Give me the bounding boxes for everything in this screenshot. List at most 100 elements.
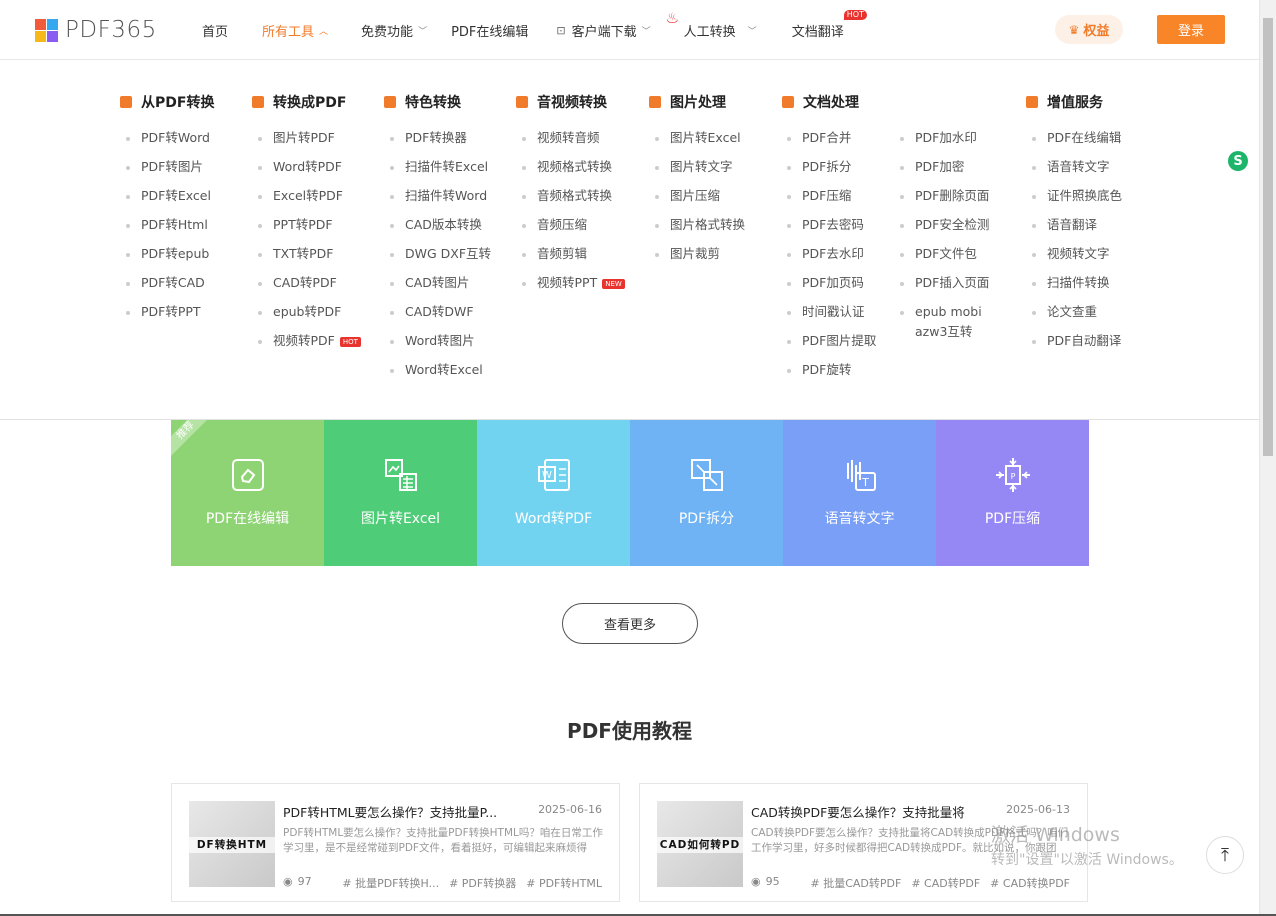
article-tag[interactable]: # 批量PDF转换H... <box>342 877 439 890</box>
article-tag[interactable]: # 批量CAD转PDF <box>811 877 902 890</box>
menu-item[interactable]: PDF去密码 <box>787 217 876 246</box>
menu-item[interactable]: 图片转文字 <box>655 159 745 188</box>
menu-item-label: PPT转PDF <box>273 217 333 232</box>
menu-item[interactable]: 扫描件转Word <box>390 188 491 217</box>
menu-item[interactable]: CAD版本转换 <box>390 217 491 246</box>
menu-item[interactable]: Excel转PDF <box>258 188 361 217</box>
article-thumbnail[interactable]: DF转换HTM <box>189 801 275 887</box>
assistant-float-icon[interactable]: S <box>1228 151 1248 171</box>
menu-item[interactable]: 音频格式转换 <box>522 188 625 217</box>
menu-item[interactable]: PDF转CAD <box>126 275 211 304</box>
article-tag[interactable]: # CAD转PDF <box>911 877 980 890</box>
menu-item[interactable]: 视频转文字 <box>1032 246 1122 275</box>
menu-item-label: epub mobi azw3互转 <box>915 304 982 339</box>
article-title[interactable]: PDF转HTML要怎么操作？支持批量P... <box>283 802 498 821</box>
menu-column-title[interactable]: 特色转换 <box>384 92 461 112</box>
menu-item[interactable]: 图片格式转换 <box>655 217 745 246</box>
tool-tile[interactable]: T 语音转文字 <box>783 420 936 566</box>
tool-tile[interactable]: PDF拆分 <box>630 420 783 566</box>
article-title[interactable]: CAD转换PDF要怎么操作？支持批量将... <box>751 802 966 821</box>
menu-item[interactable]: CAD转图片 <box>390 275 491 304</box>
menu-item[interactable]: 扫描件转Excel <box>390 159 491 188</box>
menu-item[interactable]: 图片转Excel <box>655 130 745 159</box>
menu-item[interactable]: 图片裁剪 <box>655 246 745 275</box>
menu-item[interactable]: PDF旋转 <box>787 362 876 391</box>
menu-item[interactable]: DWG DXF互转 <box>390 246 491 275</box>
menu-column-title[interactable]: 文档处理 <box>782 92 859 112</box>
menu-item[interactable]: PDF插入页面 <box>900 275 1000 304</box>
menu-item[interactable]: PDF转PPT <box>126 304 211 333</box>
logo[interactable]: PDF365 <box>35 17 157 43</box>
menu-item[interactable]: Word转Excel <box>390 362 491 391</box>
nav-client-download[interactable]: ⊡ 客户端下载 ﹀ <box>556 21 650 40</box>
menu-item[interactable]: 音频剪辑 <box>522 246 625 275</box>
menu-item[interactable]: 图片转PDF <box>258 130 361 159</box>
article-tag[interactable]: # PDF转换器 <box>449 877 516 890</box>
tool-tile[interactable]: 图片转Excel <box>324 420 477 566</box>
article-thumbnail[interactable]: CAD如何转PD <box>657 801 743 887</box>
menu-item[interactable]: PDF删除页面 <box>900 188 1000 217</box>
menu-item[interactable]: CAD转PDF <box>258 275 361 304</box>
view-more-button[interactable]: 查看更多 <box>562 603 698 644</box>
nav-manual-convert[interactable]: ♨ 人工转换 ﹀ <box>666 9 757 40</box>
menu-item[interactable]: PPT转PDF <box>258 217 361 246</box>
article-tag[interactable]: # PDF转HTML <box>526 877 602 890</box>
menu-item[interactable]: PDF转图片 <box>126 159 211 188</box>
menu-item[interactable]: 证件照换底色 <box>1032 188 1122 217</box>
menu-item[interactable]: PDF转Excel <box>126 188 211 217</box>
menu-item[interactable]: PDF加密 <box>900 159 1000 188</box>
menu-item[interactable]: PDF图片提取 <box>787 333 876 362</box>
menu-item[interactable]: 视频转音频 <box>522 130 625 159</box>
article-card[interactable]: DF转换HTM PDF转HTML要怎么操作？支持批量P... 2025-06-16 P… <box>171 783 620 902</box>
menu-item[interactable]: PDF压缩 <box>787 188 876 217</box>
menu-item[interactable]: PDF在线编辑 <box>1032 130 1122 159</box>
menu-item[interactable]: PDF拆分 <box>787 159 876 188</box>
menu-item[interactable]: 论文查重 <box>1032 304 1122 333</box>
menu-item[interactable]: 图片压缩 <box>655 188 745 217</box>
menu-column-title[interactable]: 音视频转换 <box>516 92 607 112</box>
rights-button[interactable]: ♛ 权益 <box>1055 15 1123 44</box>
nav-doc-translate[interactable]: 文档翻译 HOT <box>792 9 867 40</box>
menu-item[interactable]: PDF转epub <box>126 246 211 275</box>
menu-column-title[interactable]: 转换成PDF <box>252 92 346 112</box>
menu-column-title[interactable]: 从PDF转换 <box>120 92 214 112</box>
article-tag[interactable]: # CAD转换PDF <box>990 877 1070 890</box>
menu-item[interactable]: 时间戳认证 <box>787 304 876 333</box>
menu-item[interactable]: PDF加页码 <box>787 275 876 304</box>
menu-item[interactable]: PDF合并 <box>787 130 876 159</box>
tool-tile[interactable]: P PDF压缩 <box>936 420 1089 566</box>
nav-all-tools[interactable]: 所有工具 ︿ <box>262 21 328 40</box>
menu-item[interactable]: epub转PDF <box>258 304 361 333</box>
menu-item[interactable]: 视频格式转换 <box>522 159 625 188</box>
tool-tile[interactable]: 推荐 PDF在线编辑 <box>171 420 324 566</box>
menu-item[interactable]: CAD转DWF <box>390 304 491 333</box>
tool-tile[interactable]: W Word转PDF <box>477 420 630 566</box>
menu-item[interactable]: PDF加水印 <box>900 130 1000 159</box>
menu-column-title[interactable]: 增值服务 <box>1026 92 1103 112</box>
menu-item[interactable]: Word转PDF <box>258 159 361 188</box>
menu-item[interactable]: PDF转换器 <box>390 130 491 159</box>
menu-item[interactable]: 语音转文字 <box>1032 159 1122 188</box>
menu-item[interactable]: 视频转PDF HOT <box>258 333 361 362</box>
menu-item[interactable]: Word转图片 <box>390 333 491 362</box>
menu-item[interactable]: PDF转Word <box>126 130 211 159</box>
menu-item[interactable]: TXT转PDF <box>258 246 361 275</box>
menu-item[interactable]: PDF文件包 <box>900 246 1000 275</box>
nav-home[interactable]: 首页 <box>202 21 228 40</box>
menu-column-title[interactable]: 图片处理 <box>649 92 726 112</box>
menu-item[interactable]: epub mobi azw3互转 <box>900 302 1000 342</box>
menu-item[interactable]: PDF转Html <box>126 217 211 246</box>
nav-free-features[interactable]: 免费功能 ﹀ <box>361 21 427 40</box>
menu-item[interactable]: 语音翻译 <box>1032 217 1122 246</box>
scrollbar-thumb[interactable] <box>1263 18 1273 456</box>
menu-item[interactable]: PDF安全检测 <box>900 217 1000 246</box>
nav-pdf-online-edit[interactable]: PDF在线编辑 <box>451 21 528 40</box>
menu-item[interactable]: 扫描件转换 <box>1032 275 1122 304</box>
menu-item[interactable]: PDF自动翻译 <box>1032 333 1122 362</box>
back-to-top-button[interactable]: ⤒ <box>1206 836 1244 874</box>
menu-item[interactable]: 视频转PPT NEW <box>522 275 625 304</box>
menu-item[interactable]: PDF去水印 <box>787 246 876 275</box>
menu-item[interactable]: 音频压缩 <box>522 217 625 246</box>
login-button[interactable]: 登录 <box>1157 15 1225 44</box>
page-scrollbar[interactable] <box>1259 0 1276 916</box>
